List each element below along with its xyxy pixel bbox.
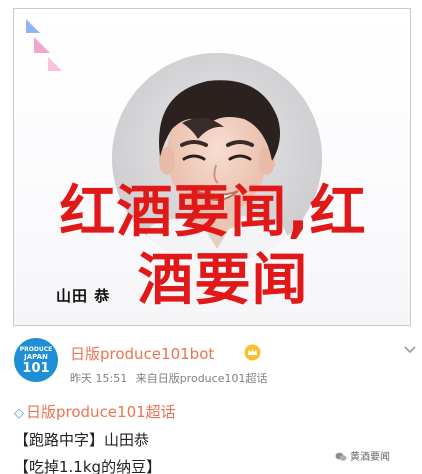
crown-badge-icon: [244, 344, 261, 361]
name-caption: 山田 恭: [56, 287, 111, 305]
triangle-decoration-icon: [26, 19, 62, 71]
watermark: 黄酒要闻: [335, 448, 390, 463]
post-time: 昨天 15:51: [70, 372, 128, 385]
photo-card[interactable]: 红酒要闻,红 酒要闻 山田 恭: [13, 8, 411, 326]
supertopic-label: 日版produce101超话: [26, 403, 176, 421]
avatar-text-num: 101: [22, 361, 50, 376]
avatar-text-mid: JAPAN: [24, 353, 48, 361]
chevron-down-icon[interactable]: [403, 344, 417, 356]
post-card: PRODUCE JAPAN 101 日版produce101bot 昨天 15:…: [0, 330, 422, 474]
post-text-line2: 【吃掉1.1kg的纳豆】: [14, 458, 162, 474]
wechat-icon: [335, 452, 347, 461]
screenshot-root: 红酒要闻,红 酒要闻 山田 恭 PRODUCE JAPAN 101 日版prod…: [0, 0, 422, 474]
watermark-text: 黄酒要闻: [350, 452, 390, 463]
post-source-link[interactable]: 来自日版produce101超话: [136, 372, 268, 385]
supertopic-link[interactable]: ◇ 日版produce101超话: [14, 401, 176, 422]
account-name-link[interactable]: 日版produce101bot: [70, 343, 214, 364]
post-meta: 昨天 15:51 来自日版produce101超话: [70, 370, 272, 386]
diamond-icon: ◇: [14, 406, 24, 421]
overlay-headline-line1: 红酒要闻,红: [59, 180, 367, 245]
avatar[interactable]: PRODUCE JAPAN 101: [14, 338, 58, 382]
post-text-line1: 【跑路中字】山田恭: [14, 431, 150, 449]
